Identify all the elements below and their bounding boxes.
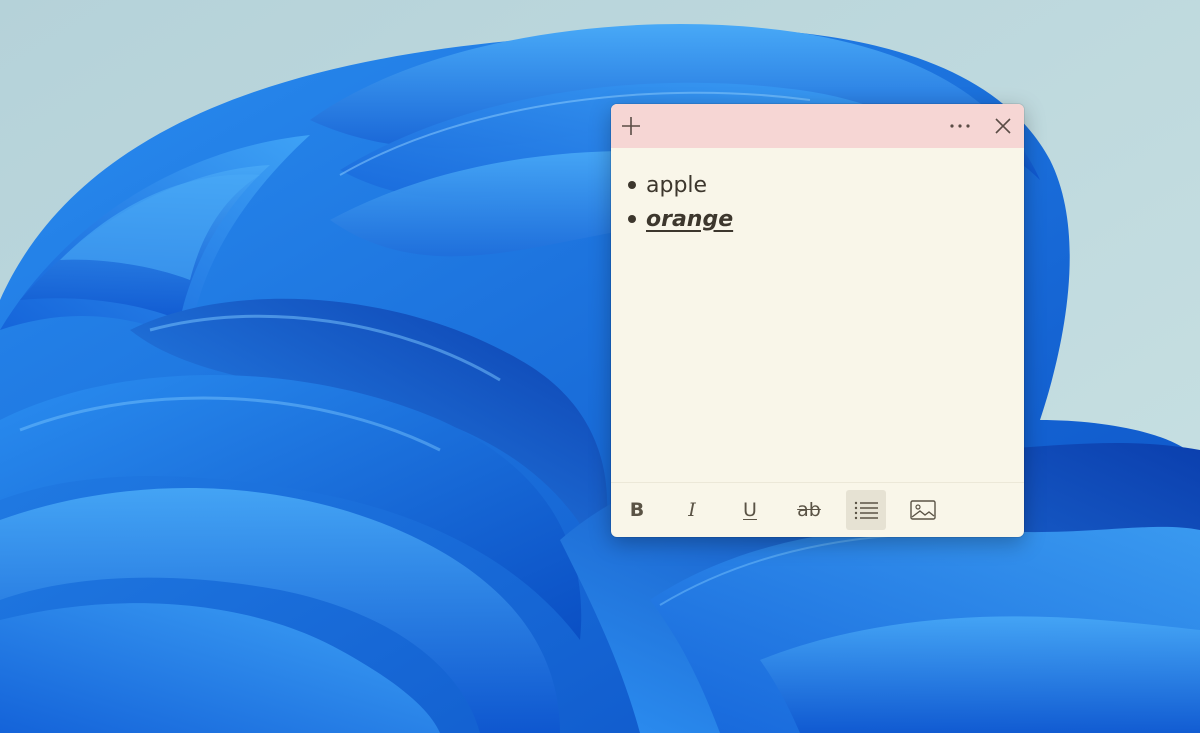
note-editor[interactable]: apple orange: [611, 148, 1024, 482]
note-header[interactable]: [611, 104, 1024, 148]
bullet-icon: [628, 181, 636, 189]
menu-button[interactable]: [944, 110, 976, 142]
list-item[interactable]: orange: [626, 202, 733, 236]
toolbar-divider: [611, 482, 1024, 483]
close-button[interactable]: [987, 110, 1019, 142]
format-toolbar: B I U ab: [611, 488, 1024, 532]
more-horizontal-icon: [950, 124, 970, 128]
plus-icon: [622, 117, 640, 135]
image-icon: [910, 500, 936, 520]
add-note-button[interactable]: [615, 110, 647, 142]
bullet-icon: [628, 215, 636, 223]
close-icon: [995, 118, 1011, 134]
bullet-list[interactable]: apple orange: [626, 168, 733, 236]
bold-button[interactable]: B: [617, 490, 657, 530]
underline-button[interactable]: U: [730, 490, 770, 530]
list-item-text: orange: [646, 206, 734, 232]
bullet-list-icon: [854, 501, 878, 520]
list-item-text: apple: [646, 172, 708, 198]
bullets-button[interactable]: [846, 490, 886, 530]
desktop: apple orange B I U ab: [0, 0, 1200, 733]
insert-image-button[interactable]: [903, 490, 943, 530]
strikethrough-button[interactable]: ab: [789, 490, 829, 530]
sticky-note-window: apple orange B I U ab: [611, 104, 1024, 537]
italic-button[interactable]: I: [672, 490, 712, 530]
list-item[interactable]: apple: [626, 168, 733, 202]
